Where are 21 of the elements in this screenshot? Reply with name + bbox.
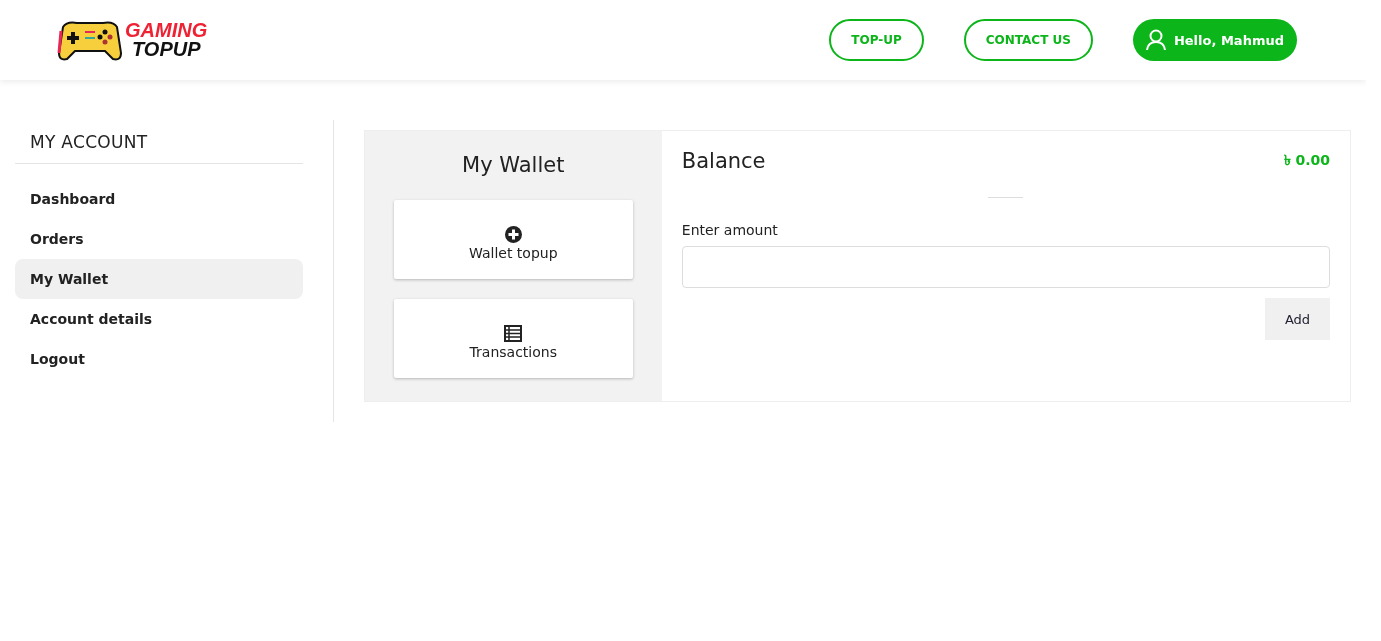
sidebar-item[interactable]: My Wallet xyxy=(15,259,303,299)
field-label: Enter amount xyxy=(681,222,779,238)
wallet-option-card[interactable]: Transactions xyxy=(393,299,633,378)
amount-input-field[interactable] xyxy=(681,246,1330,288)
sidebar-title: MY ACCOUNT xyxy=(15,120,303,164)
wallet-option-card[interactable]: Wallet topup xyxy=(393,200,633,279)
balance-amount: ৳ 0.00 xyxy=(1283,151,1330,170)
plus-circle-icon xyxy=(504,226,522,243)
sidebar-item[interactable]: Dashboard xyxy=(15,179,303,219)
balance-title: Balance xyxy=(681,149,766,173)
wallet-title: My Wallet xyxy=(462,153,565,177)
add-button[interactable]: Add xyxy=(1265,298,1330,340)
option-label: Transactions xyxy=(469,344,557,360)
logo-text: GAMING xyxy=(125,21,208,40)
logo-text: TOPUP xyxy=(131,40,202,59)
sidebar-item[interactable]: Orders xyxy=(15,219,303,259)
sidebar-item[interactable]: Logout xyxy=(15,339,303,379)
user-icon xyxy=(1145,29,1166,51)
list-icon xyxy=(504,325,523,342)
option-label: Wallet topup xyxy=(469,245,558,261)
sidebar-item[interactable]: Account details xyxy=(15,299,303,339)
